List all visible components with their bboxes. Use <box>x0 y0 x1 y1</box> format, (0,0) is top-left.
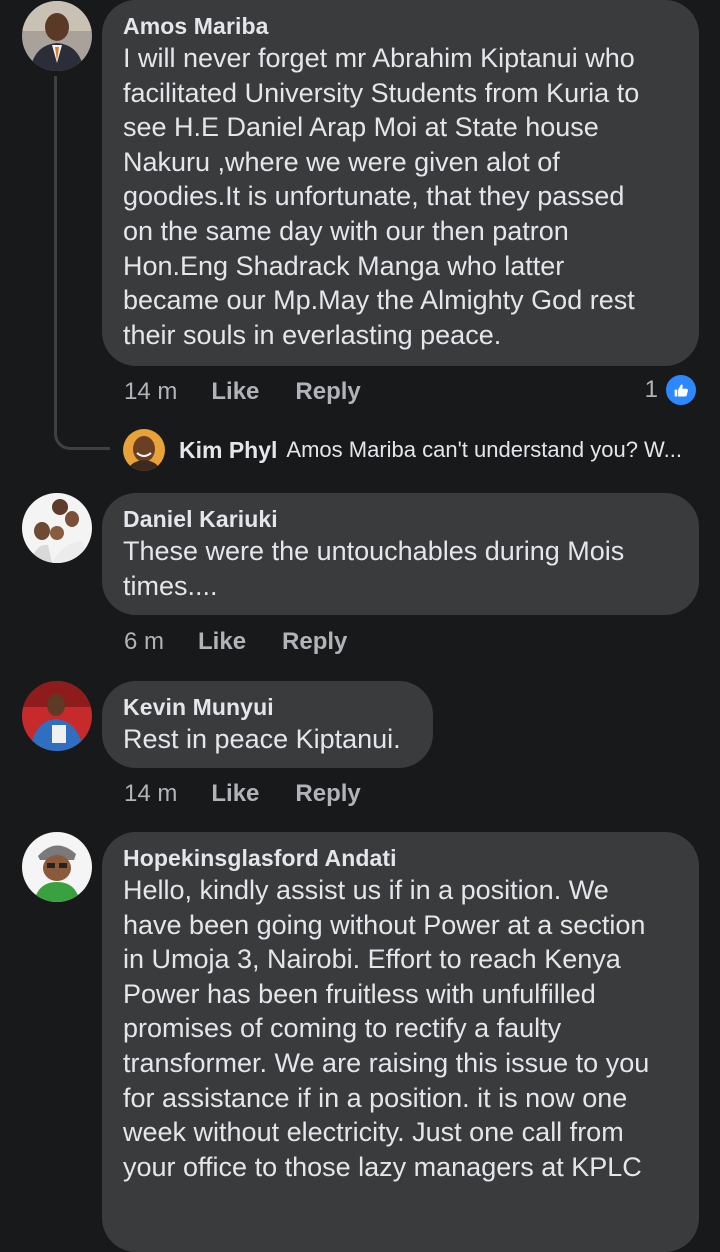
like-button[interactable]: Like <box>211 780 259 808</box>
avatar-kevin-munyui[interactable] <box>22 681 92 751</box>
comment-actions: 14 m Like Reply <box>124 776 361 812</box>
reply-snippet: Amos Mariba can't understand you? W... <box>286 437 682 462</box>
comment-author[interactable]: Daniel Kariuki <box>123 504 678 534</box>
reply-author: Kim Phyl <box>179 436 278 463</box>
comment-time[interactable]: 14 m <box>124 378 177 406</box>
reply-preview[interactable]: Kim Phyl Amos Mariba can't understand yo… <box>123 428 682 472</box>
comment-text: Rest in peace Kiptanui. <box>123 724 401 754</box>
comment-time[interactable]: 6 m <box>124 628 164 656</box>
comment-author[interactable]: Amos Mariba <box>123 11 678 41</box>
comment-bubble: Kevin Munyui Rest in peace Kiptanui. <box>102 681 433 768</box>
comment-actions: 6 m Like Reply <box>124 624 347 660</box>
reply-button[interactable]: Reply <box>295 378 360 406</box>
comment-text: I will never forget mr Abrahim Kiptanui … <box>123 43 640 350</box>
comment-bubble: Amos Mariba I will never forget mr Abrah… <box>102 0 699 366</box>
avatar-amos-mariba[interactable] <box>22 1 92 71</box>
avatar-daniel-kariuki[interactable] <box>22 493 92 563</box>
comment-text: Hello, kindly assist us if in a position… <box>123 875 650 1182</box>
comment-actions: 14 m Like Reply <box>124 374 361 410</box>
reaction-count: 1 <box>644 376 658 403</box>
like-button[interactable]: Like <box>198 628 246 656</box>
thumbs-up-icon <box>664 373 698 407</box>
reaction-summary[interactable]: 1 <box>645 372 698 408</box>
reply-button[interactable]: Reply <box>295 780 360 808</box>
like-button[interactable]: Like <box>211 378 259 406</box>
avatar-kim-phyl <box>123 429 165 471</box>
comment-bubble: Daniel Kariuki These were the untouchabl… <box>102 493 699 615</box>
comment-text: These were the untouchables during Mois … <box>123 536 625 601</box>
reply-button[interactable]: Reply <box>282 628 347 656</box>
comment-bubble: Hopekinsglasford Andati Hello, kindly as… <box>102 832 699 1252</box>
avatar-hopekinsglasford-andati[interactable] <box>22 832 92 902</box>
comment-author[interactable]: Kevin Munyui <box>123 692 412 722</box>
comment-author[interactable]: Hopekinsglasford Andati <box>123 843 678 873</box>
comment-time[interactable]: 14 m <box>124 780 177 808</box>
